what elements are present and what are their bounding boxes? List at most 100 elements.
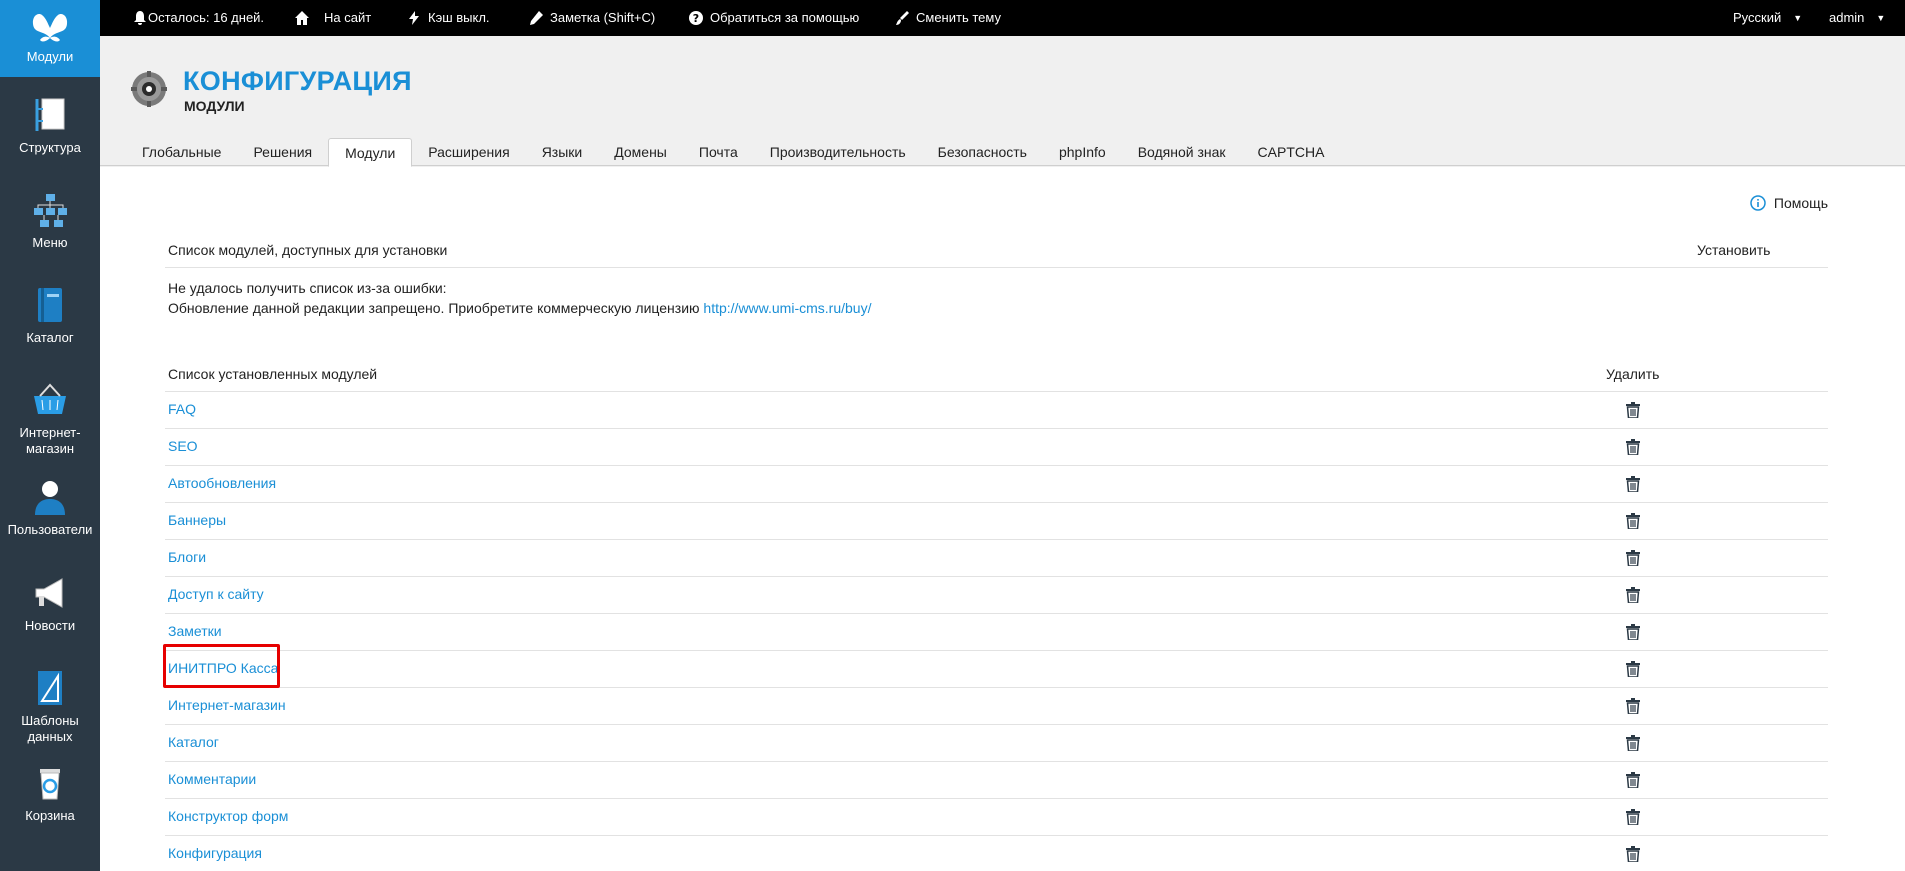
brush-icon [896,11,909,25]
module-link[interactable]: Интернет-магазин [168,697,286,713]
trash-icon[interactable] [1626,513,1640,529]
trash-icon[interactable] [1626,402,1640,418]
error-line-2: Обновление данной редакции запрещено. Пр… [168,298,1825,318]
help-link[interactable]: Помощь [1750,195,1828,211]
language-select[interactable]: Русский ▼ [1733,0,1802,36]
module-link[interactable]: Блоги [168,549,206,565]
go-to-site-link[interactable]: На сайт [294,0,371,36]
sidebar-item-label: Каталог [26,330,74,345]
menu-tree-icon [34,194,67,227]
sidebar-item-label: Пользователи [7,522,93,537]
tab-phpinfo[interactable]: phpInfo [1043,138,1122,166]
tab-global[interactable]: Глобальные [126,138,237,166]
trash-icon[interactable] [1626,476,1640,492]
sidebar: Модули Структура Меню Каталог Интернет-м… [0,0,100,871]
module-link[interactable]: Комментарии [168,771,256,787]
trash-icon[interactable] [1626,624,1640,640]
tab-modules[interactable]: Модули [328,138,413,167]
user-name: admin [1829,10,1865,25]
gear-icon [131,71,167,107]
table-row: Комментарии [165,762,1828,799]
change-theme-button[interactable]: Сменить тему [894,0,1001,36]
sidebar-item-structure[interactable]: Структура [0,95,100,156]
page-header: КОНФИГУРАЦИЯ МОДУЛИ Глобальные Решения М… [100,36,1905,167]
module-link[interactable]: Заметки [168,623,222,639]
module-link[interactable]: Конфигурация [168,845,262,861]
lightning-icon [409,11,419,25]
catalog-book-icon [38,288,62,322]
module-link[interactable]: Конструктор форм [168,808,288,824]
tab-captcha[interactable]: CAPTCHA [1242,138,1341,166]
tab-languages[interactable]: Языки [526,138,599,166]
help-request-button[interactable]: ? Обратиться за помощью [688,0,859,36]
error-message: Не удалось получить список из-за ошибки:… [165,268,1828,328]
trash-icon[interactable] [1626,846,1640,862]
sidebar-item-label: Шаблоны данных [21,713,79,744]
trial-text: Осталось: 16 дней. [148,10,265,25]
module-link[interactable]: FAQ [168,401,196,417]
sidebar-item-menu[interactable]: Меню [0,190,100,251]
module-link[interactable]: Автообновления [168,475,276,491]
error-text: Обновление данной редакции запрещено. Пр… [168,300,700,316]
sidebar-item-users[interactable]: Пользователи [0,477,100,538]
sidebar-item-label: Меню [32,235,68,250]
home-icon [295,11,309,25]
sidebar-item-catalog[interactable]: Каталог [0,285,100,346]
topbar: Осталось: 16 дней. На сайт Кэш выкл. Зам… [100,0,1905,36]
trash-icon[interactable] [1626,439,1640,455]
module-link-initpro-kassa[interactable]: ИНИТПРО Касса [168,660,278,676]
sidebar-item-label: Модули [26,49,74,64]
tab-watermark[interactable]: Водяной знак [1122,138,1242,166]
page-subtitle: МОДУЛИ [184,98,245,114]
sidebar-item-modules[interactable]: Модули [0,0,100,77]
tab-performance[interactable]: Производительность [754,138,922,166]
config-tabs: Глобальные Решения Модули Расширения Язы… [126,138,1341,167]
table-row: Интернет-магазин [165,688,1828,725]
megaphone-icon [35,578,63,608]
trash-icon[interactable] [1626,661,1640,677]
available-modules-title: Список модулей, доступных для установки [168,242,448,258]
module-link[interactable]: Каталог [168,734,219,750]
sidebar-item-trash[interactable]: Корзина [0,763,100,824]
sidebar-item-templates[interactable]: Шаблоны данных [0,668,100,745]
sidebar-item-label: Структура [19,140,81,155]
help-label: Помощь [1773,195,1828,211]
table-row: Конструктор форм [165,799,1828,836]
tab-mail[interactable]: Почта [683,138,754,166]
sidebar-item-eshop[interactable]: Интернет-магазин [0,380,100,457]
main-content: Помощь Список модулей, доступных для уст… [100,167,1905,871]
info-icon [1750,195,1766,211]
trial-status[interactable]: Осталось: 16 дней. [132,0,264,36]
module-link[interactable]: Доступ к сайту [168,586,264,602]
trash-icon[interactable] [1626,587,1640,603]
note-label: Заметка (Shift+C) [550,10,656,25]
user-menu[interactable]: admin ▼ [1829,0,1885,36]
sidebar-item-label: Интернет-магазин [19,425,81,456]
trash-icon[interactable] [1626,772,1640,788]
table-row: Блоги [165,540,1828,577]
user-icon [35,481,65,515]
trash-icon[interactable] [1626,809,1640,825]
table-row: Баннеры [165,503,1828,540]
tab-solutions[interactable]: Решения [237,138,328,166]
question-circle-icon: ? [689,11,703,25]
tab-extensions[interactable]: Расширения [412,138,525,166]
trash-icon[interactable] [1626,698,1640,714]
note-button[interactable]: Заметка (Shift+C) [528,0,655,36]
buy-license-link[interactable]: http://www.umi-cms.ru/buy/ [703,300,871,316]
sidebar-item-news[interactable]: Новости [0,573,100,634]
svg-text:?: ? [693,12,699,25]
table-row: FAQ [165,392,1828,429]
trash-icon[interactable] [1626,735,1640,751]
module-link[interactable]: Баннеры [168,512,226,528]
change-theme-label: Сменить тему [916,10,1001,25]
installed-modules-section: Список установленных модулей Удалить FAQ… [165,356,1828,871]
trash-icon[interactable] [1626,550,1640,566]
table-row: Конфигурация [165,836,1828,871]
table-row: Заметки [165,614,1828,651]
cache-toggle[interactable]: Кэш выкл. [406,0,490,36]
tab-security[interactable]: Безопасность [922,138,1043,166]
module-link[interactable]: SEO [168,438,198,454]
tab-domains[interactable]: Домены [598,138,683,166]
pencil-icon [530,11,543,25]
